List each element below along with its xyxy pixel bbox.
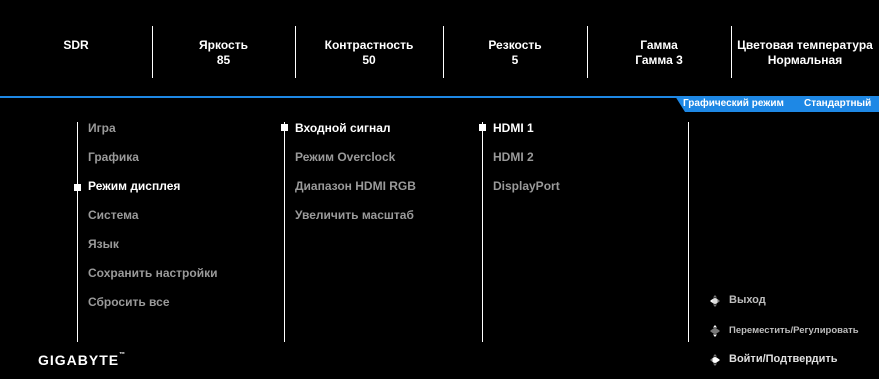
graphic-mode-label: Графический режим — [683, 98, 784, 109]
sharpness-label: Резкость — [488, 38, 542, 52]
menu-item-label: Графика — [88, 150, 139, 164]
gamma-value: Гамма 3 — [635, 53, 683, 67]
submenu-item-label: Диапазон HDMI RGB — [295, 179, 416, 193]
graphic-mode-value: Стандартный — [804, 98, 872, 109]
contrast-value: 50 — [362, 53, 376, 67]
gamma-label: Гамма — [640, 38, 678, 52]
sdr-label: SDR — [63, 38, 89, 52]
contrast-label: Контрастность — [324, 38, 414, 52]
sharpness-value: 5 — [511, 53, 519, 67]
option-hdmi-2[interactable]: HDMI 2 — [493, 150, 534, 164]
selected-bullet — [74, 184, 81, 191]
hint-move-adjust-label: Переместить/Регулировать — [729, 325, 859, 336]
hint-exit-label: Выход — [729, 294, 766, 306]
menu-item-label: Язык — [88, 237, 119, 251]
menu-item-label: Режим дисплея — [88, 179, 181, 193]
submenu-item-input-signal[interactable]: Входной сигнал — [295, 121, 391, 135]
menu-item-graphics[interactable]: Графика — [88, 150, 139, 164]
joystick-icon — [710, 354, 720, 366]
menu-item-save-settings[interactable]: Сохранить настройки — [88, 266, 217, 280]
brightness-label: Яркость — [199, 38, 248, 52]
selected-bullet — [281, 124, 288, 131]
option-label: HDMI 2 — [493, 150, 534, 164]
menu-item-system[interactable]: Система — [88, 208, 139, 222]
menu-divider-right — [688, 122, 689, 342]
submenu-item-overclock[interactable]: Режим Overclock — [295, 150, 395, 164]
menu-item-label: Сбросить все — [88, 295, 170, 309]
color-temp-value: Нормальная — [767, 53, 843, 67]
menu-divider-main — [77, 122, 78, 342]
status-sharpness: Резкость 5 — [443, 38, 587, 90]
brightness-value: 85 — [216, 53, 231, 67]
trademark-mark: ™ — [119, 352, 127, 358]
status-sdr: SDR — [0, 38, 152, 90]
status-bar: SDR Яркость 85 Контрастность 50 Резкость… — [0, 0, 879, 88]
status-contrast: Контрастность 50 — [295, 38, 443, 90]
option-displayport[interactable]: DisplayPort — [493, 179, 560, 193]
menu-divider-options — [482, 122, 483, 342]
menu-item-reset-all[interactable]: Сбросить все — [88, 295, 170, 309]
option-hdmi-1[interactable]: HDMI 1 — [493, 121, 534, 135]
menu-divider-sub — [284, 122, 285, 342]
brand-name: GIGABYTE — [38, 352, 120, 368]
joystick-icon — [710, 295, 720, 307]
joystick-icon — [710, 325, 720, 337]
menu-item-label: Игра — [88, 121, 116, 135]
menu-item-language[interactable]: Язык — [88, 237, 119, 251]
menu-item-label: Система — [88, 208, 139, 222]
option-label: DisplayPort — [493, 179, 560, 193]
status-color-temperature: Цветовая температура Нормальная — [731, 38, 879, 90]
graphic-mode-tab: Графический режим Стандартный — [675, 96, 879, 112]
submenu-item-label: Увеличить масштаб — [295, 208, 414, 222]
menu-item-label: Сохранить настройки — [88, 266, 218, 280]
submenu-item-zoom[interactable]: Увеличить масштаб — [295, 208, 414, 222]
option-label: HDMI 1 — [493, 121, 534, 135]
status-brightness: Яркость 85 — [152, 38, 295, 90]
submenu-item-label: Режим Overclock — [295, 150, 396, 164]
submenu-item-label: Входной сигнал — [295, 121, 391, 135]
menu-item-display-mode[interactable]: Режим дисплея — [88, 179, 180, 193]
color-temp-label: Цветовая температура — [737, 38, 873, 52]
hint-enter-confirm-label: Войти/Подтвердить — [729, 353, 838, 365]
gigabyte-logo: GIGABYTE™ — [38, 352, 126, 368]
selected-bullet — [479, 124, 486, 131]
status-gamma: Гамма Гамма 3 — [587, 38, 731, 90]
menu-item-game[interactable]: Игра — [88, 121, 116, 135]
submenu-item-hdmi-rgb-range[interactable]: Диапазон HDMI RGB — [295, 179, 416, 193]
